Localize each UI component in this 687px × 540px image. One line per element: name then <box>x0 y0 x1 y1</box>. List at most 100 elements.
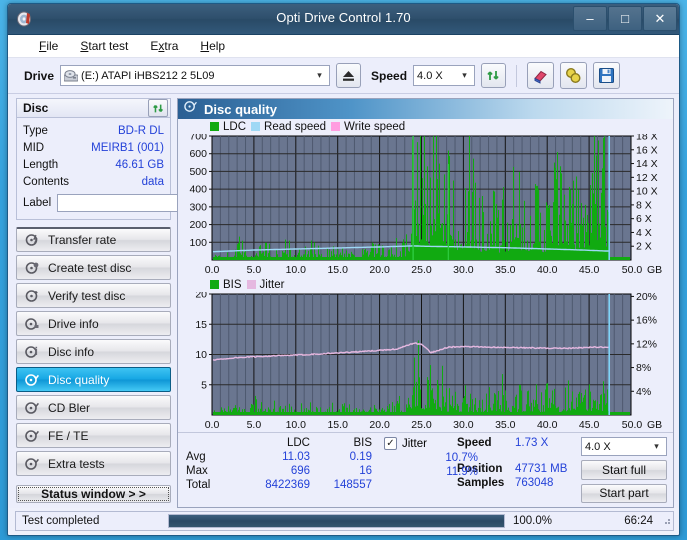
menu-bar: FFileile Start test Extra Help <box>8 35 679 58</box>
sidebar-item-verify-test-disc-label: Verify test disc <box>48 289 125 303</box>
content-title: Disc quality <box>204 102 277 117</box>
svg-text:400: 400 <box>189 184 207 196</box>
svg-text:25.0: 25.0 <box>411 419 432 431</box>
sidebar-item-cd-bler[interactable]: CD Bler <box>16 395 171 420</box>
svg-text:GB: GB <box>647 419 662 431</box>
chevron-down-icon: ▾ <box>312 70 327 81</box>
menu-item-start-test[interactable]: Start test <box>69 37 139 55</box>
svg-text:5.0: 5.0 <box>247 419 262 431</box>
svg-text:12 X: 12 X <box>636 172 658 184</box>
disc-row-length-value: 46.61 GB <box>58 159 164 171</box>
title-bar: Opti Drive Control 1.70 – □ ✕ <box>8 4 679 35</box>
legend-swatch-ldc <box>210 122 219 131</box>
svg-text:8%: 8% <box>636 362 651 374</box>
disc-row-mid-value: MEIRB1 (001) <box>44 142 164 154</box>
status-bar: Test completed 100.0% 66:24 <box>15 511 674 531</box>
disc-drive-icon <box>25 317 39 331</box>
stats-row-avg-key: Avg <box>186 451 232 463</box>
sidebar-item-transfer-rate-label: Transfer rate <box>48 233 116 247</box>
drive-select[interactable]: (E:) ATAPI iHBS212 2 5L09 ▾ <box>60 65 330 86</box>
legend-label-jitter: Jitter <box>260 279 285 291</box>
stats-col-bis: BIS <box>310 437 372 449</box>
stats-row-avg-ldc: 11.03 <box>232 451 310 463</box>
save-button[interactable] <box>593 62 620 89</box>
resize-grip-icon[interactable] <box>661 515 673 528</box>
jitter-checkbox[interactable]: ✓ <box>384 437 397 450</box>
status-window-button[interactable]: Status window > > <box>16 485 171 503</box>
disc-quality-icon <box>184 100 197 118</box>
jitter-avg-value: 10.7% <box>384 452 484 464</box>
start-full-button[interactable]: Start full <box>581 460 667 479</box>
svg-text:4 X: 4 X <box>636 227 652 239</box>
position-readout-value: 47731 MB <box>515 463 581 475</box>
speed-select[interactable]: 4.0 X ▾ <box>413 65 475 86</box>
svg-text:300: 300 <box>189 201 207 213</box>
disc-fete-icon <box>25 429 39 443</box>
svg-text:20%: 20% <box>636 292 657 303</box>
svg-text:10.0: 10.0 <box>286 419 307 431</box>
svg-text:GB: GB <box>647 264 662 276</box>
svg-text:500: 500 <box>189 166 207 178</box>
sidebar-item-disc-info[interactable]: Disc info <box>16 339 171 364</box>
disc-row-type-value: BD-R DL <box>48 125 164 137</box>
svg-text:30.0: 30.0 <box>453 264 474 276</box>
speed-readout-value: 1.73 X <box>515 437 581 449</box>
sidebar-item-extra-tests[interactable]: Extra tests <box>16 451 171 476</box>
disc-create-icon <box>25 261 39 275</box>
erase-button[interactable] <box>527 62 554 89</box>
disc-panel-header: Disc <box>16 98 171 117</box>
samples-readout-value: 763048 <box>515 477 581 489</box>
svg-text:15.0: 15.0 <box>327 264 348 276</box>
bis-chart-legend: BIS Jitter <box>178 277 673 292</box>
test-speed-select[interactable]: 4.0 X ▾ <box>581 437 667 456</box>
speed-select-value: 4.0 X <box>417 70 457 82</box>
disc-row-contents: Contents data <box>23 173 164 190</box>
svg-text:5.0: 5.0 <box>247 264 262 276</box>
stats-area: LDC BIS Avg 11.03 0.19 Max 696 16 Total … <box>178 432 673 507</box>
disc-row-mid-key: MID <box>23 142 44 154</box>
minimize-button[interactable]: – <box>573 6 607 31</box>
desktop-background: Opti Drive Control 1.70 – □ ✕ FFileile S… <box>0 0 687 540</box>
svg-text:10 X: 10 X <box>636 186 658 198</box>
svg-text:5: 5 <box>201 379 207 391</box>
maximize-button[interactable]: □ <box>608 6 642 31</box>
close-button[interactable]: ✕ <box>643 6 677 31</box>
content-pane: Disc quality LDC Read speed Write speed <box>177 98 674 508</box>
eject-button[interactable] <box>336 63 361 88</box>
sidebar-item-transfer-rate[interactable]: Transfer rate <box>16 227 171 252</box>
svg-text:18 X: 18 X <box>636 134 658 143</box>
menu-item-help[interactable]: Help <box>189 37 236 55</box>
disc-refresh-button[interactable] <box>148 99 168 117</box>
menu-item-extra[interactable]: Extra <box>139 37 189 55</box>
stats-row-max-key: Max <box>186 465 232 477</box>
refresh-button[interactable] <box>481 63 506 88</box>
sidebar: Disc Type BD-R DL MID MEIRB1 (001) <box>8 94 175 508</box>
legend-label-read-speed: Read speed <box>264 121 326 133</box>
elapsed-time: 66:24 <box>581 515 661 527</box>
drive-label: Drive <box>24 69 54 83</box>
sidebar-item-disc-quality-label: Disc quality <box>48 373 109 387</box>
svg-text:30.0: 30.0 <box>453 419 474 431</box>
sidebar-item-fe-te-label: FE / TE <box>48 429 88 443</box>
disc-verify-icon <box>25 289 39 303</box>
svg-text:45.0: 45.0 <box>579 419 600 431</box>
svg-text:40.0: 40.0 <box>537 419 558 431</box>
svg-text:12%: 12% <box>636 338 657 350</box>
sidebar-item-drive-info[interactable]: Drive info <box>16 311 171 336</box>
menu-item-file[interactable]: FFileile <box>28 37 69 55</box>
svg-text:15.0: 15.0 <box>327 419 348 431</box>
legend-item-read-speed: Read speed <box>251 121 326 133</box>
sidebar-nav: Transfer rate Create test disc Verify te… <box>16 227 171 476</box>
sidebar-item-fe-te[interactable]: FE / TE <box>16 423 171 448</box>
sidebar-item-create-test-disc[interactable]: Create test disc <box>16 255 171 280</box>
ldc-chart-canvas: 1002003004005006007002 X4 X6 X8 X10 X12 … <box>178 134 673 277</box>
sidebar-item-verify-test-disc[interactable]: Verify test disc <box>16 283 171 308</box>
start-part-button[interactable]: Start part <box>581 484 667 503</box>
application-window: Opti Drive Control 1.70 – □ ✕ FFileile S… <box>7 3 680 536</box>
disc-row-contents-key: Contents <box>23 176 69 188</box>
speed-label: Speed <box>371 69 407 83</box>
svg-text:700: 700 <box>189 134 207 143</box>
bitsetting-button[interactable] <box>560 62 587 89</box>
stats-row-max-bis: 16 <box>310 465 372 477</box>
sidebar-item-disc-quality[interactable]: Disc quality <box>16 367 171 392</box>
